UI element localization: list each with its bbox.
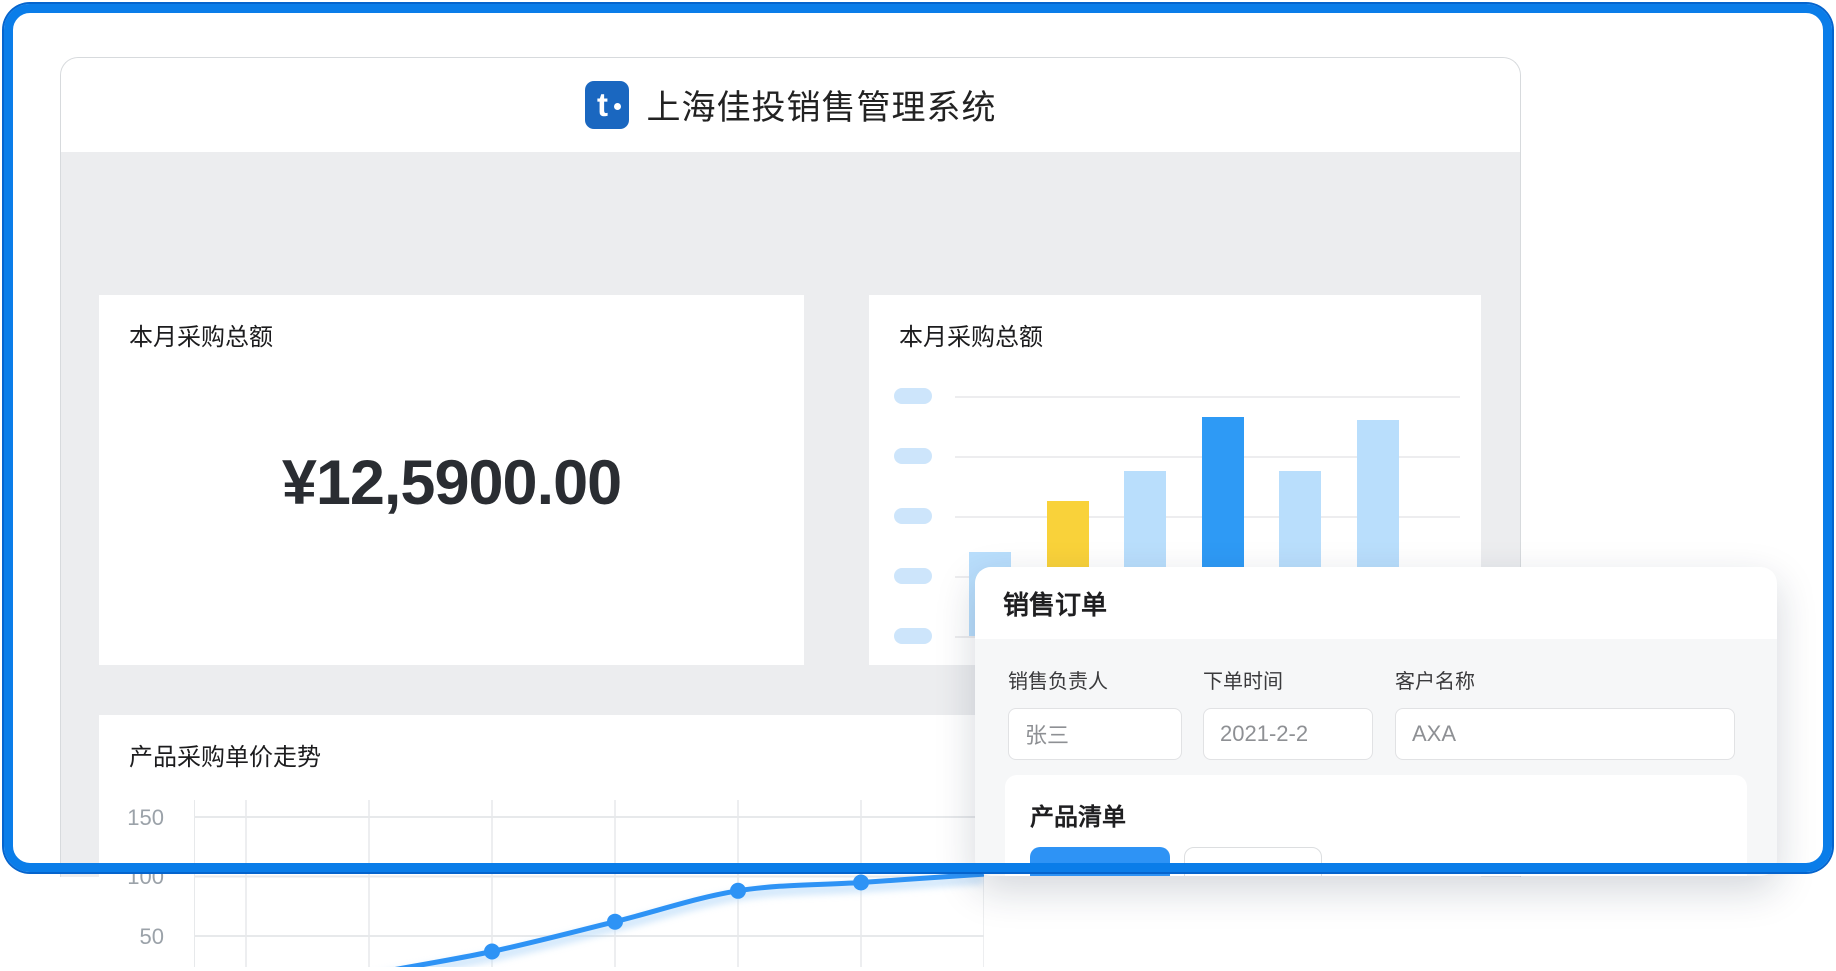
field-order-time: 下单时间 (1203, 665, 1373, 760)
customer-name-input[interactable] (1395, 708, 1735, 760)
sales-order-header: 销售订单 (975, 567, 1777, 639)
purchase-total-title: 本月采购总额 (129, 317, 273, 352)
product-list-title: 产品清单 (1030, 797, 1126, 832)
field-sales-person: 销售负责人 (1008, 665, 1182, 760)
logo-dot (614, 103, 621, 110)
y-axis-pill-tick (894, 628, 932, 644)
purchase-total-amount: ¥12,5900.00 (99, 447, 804, 519)
product-list-primary-button-partial[interactable] (1030, 847, 1170, 876)
order-time-input[interactable] (1203, 708, 1373, 760)
y-tick-100: 100 (124, 864, 164, 890)
trend-chart-title: 产品采购单价走势 (129, 737, 321, 772)
app-title: 上海佳投销售管理系统 (647, 80, 997, 129)
app-header: t 上海佳投销售管理系统 (61, 58, 1520, 151)
y-axis-pill-tick (894, 388, 932, 404)
product-list-section: 产品清单 (1005, 775, 1747, 876)
purchase-total-card: 本月采购总额 ¥12,5900.00 (99, 295, 804, 665)
logo-letter: t (597, 88, 608, 121)
field-customer-name: 客户名称 (1395, 665, 1735, 760)
y-axis-pill-tick (894, 568, 932, 584)
sales-person-label: 销售负责人 (1008, 665, 1182, 694)
product-list-secondary-button-partial[interactable] (1184, 847, 1322, 876)
sales-order-title: 销售订单 (1003, 585, 1107, 622)
order-time-label: 下单时间 (1203, 665, 1373, 694)
trend-line-chart (194, 795, 984, 967)
app-logo-icon: t (585, 81, 629, 129)
sales-order-panel: 销售订单 销售负责人 下单时间 客户名称 产品清单 (975, 567, 1777, 876)
y-axis-pill-tick (894, 448, 932, 464)
customer-name-label: 客户名称 (1395, 665, 1735, 694)
bar-chart-title: 本月采购总额 (899, 317, 1043, 352)
sales-person-input[interactable] (1008, 708, 1182, 760)
y-tick-150: 150 (124, 805, 164, 831)
y-tick-50: 50 (124, 924, 164, 950)
y-axis-pill-tick (894, 508, 932, 524)
